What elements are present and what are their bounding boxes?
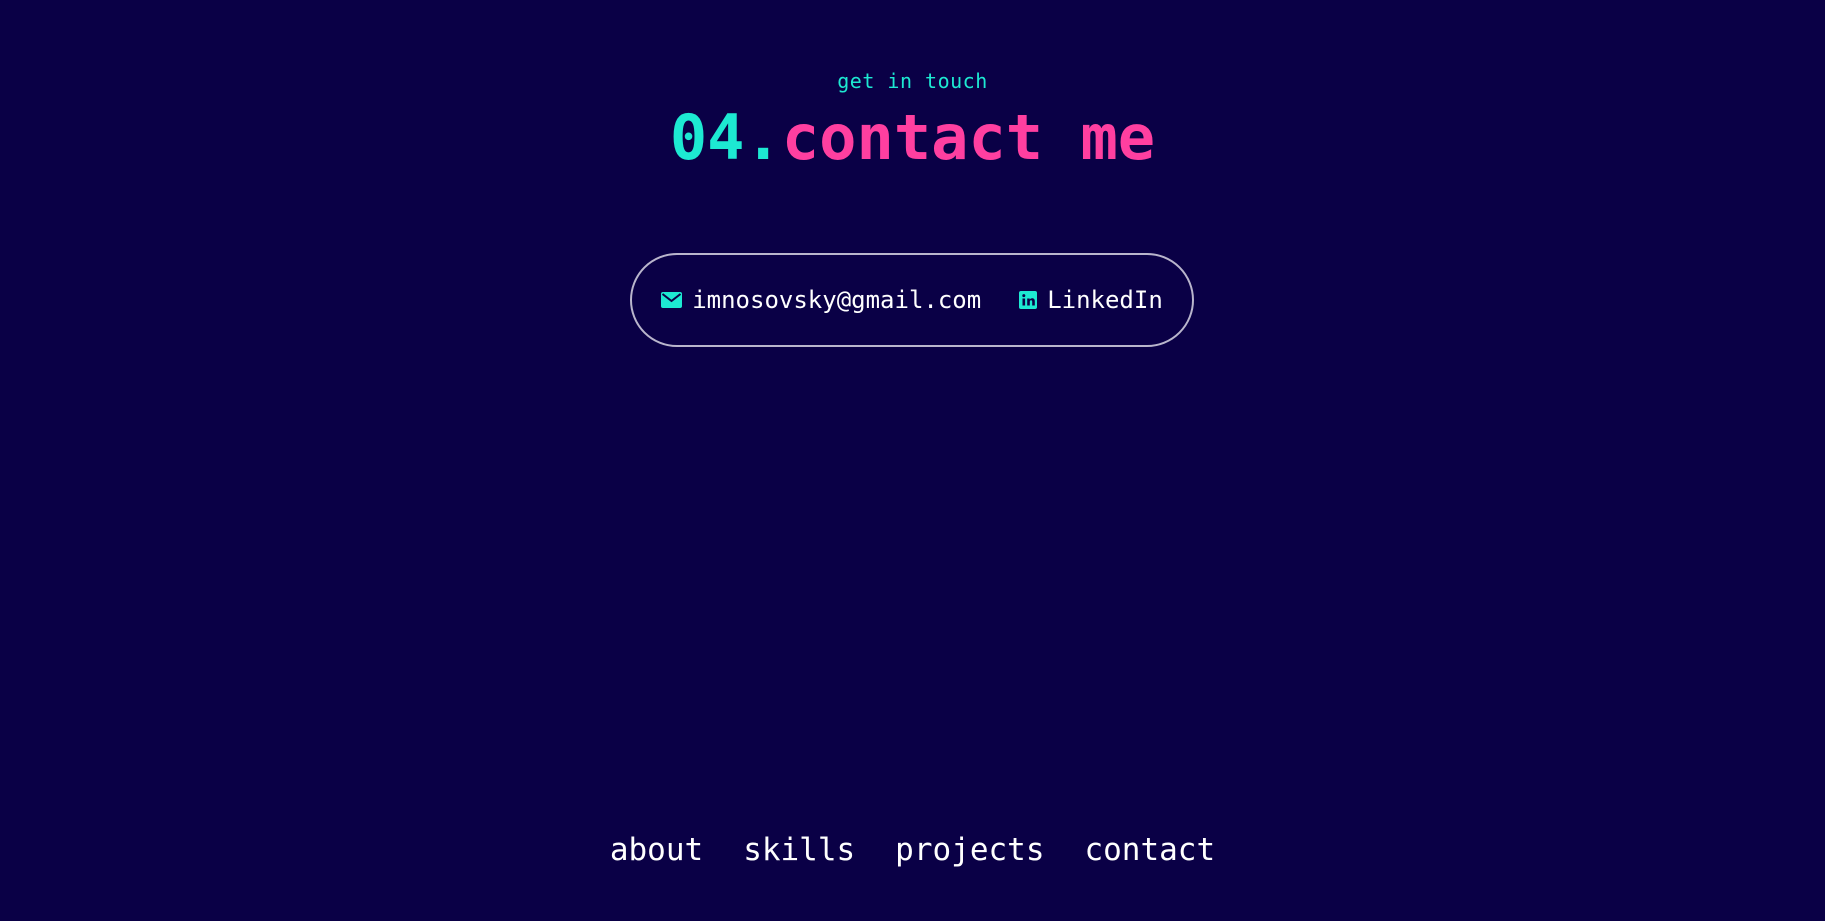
footer-link-projects[interactable]: projects [895, 828, 1044, 872]
section-title: 04.contact me [0, 100, 1825, 176]
section-title-text: contact me [781, 101, 1156, 174]
linkedin-link[interactable]: LinkedIn [1019, 285, 1163, 315]
section-number: 04. [669, 101, 782, 174]
contact-links-card: imnosovsky@gmail.com LinkedIn [630, 253, 1194, 347]
linkedin-icon [1019, 291, 1038, 309]
footer-nav: about skills projects contact [0, 828, 1825, 872]
linkedin-label: LinkedIn [1047, 286, 1163, 314]
email-link[interactable]: imnosovsky@gmail.com [661, 285, 981, 315]
envelope-icon [661, 292, 683, 308]
footer-link-contact[interactable]: contact [1084, 828, 1215, 872]
footer-link-about[interactable]: about [610, 828, 703, 872]
email-label: imnosovsky@gmail.com [692, 286, 982, 314]
section-eyebrow: get in touch [837, 69, 988, 93]
contact-section-header: get in touch 04.contact me [0, 66, 1825, 176]
footer-link-skills[interactable]: skills [743, 828, 855, 872]
